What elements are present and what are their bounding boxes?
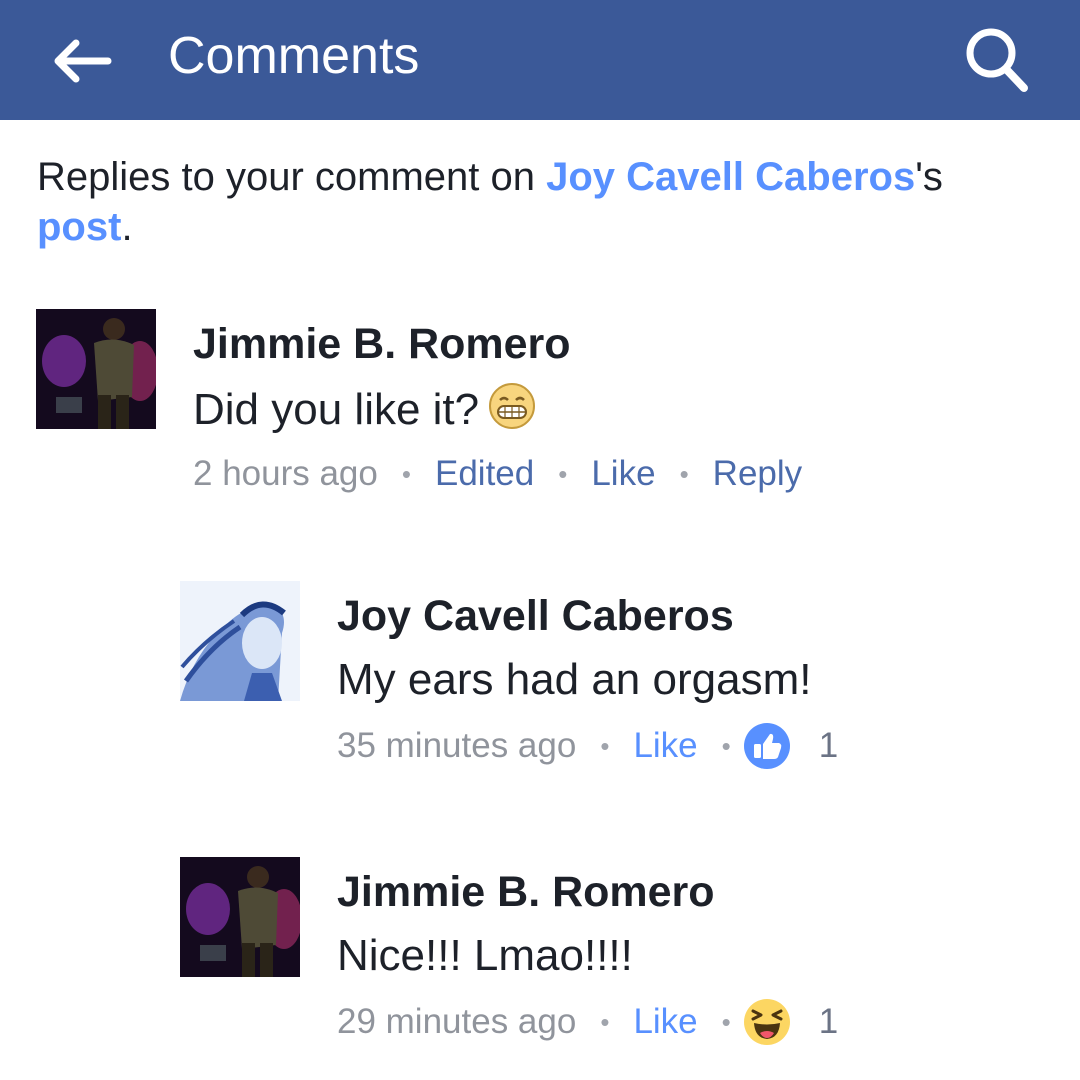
post-link[interactable]: post [37,205,121,249]
intro-suffix: . [121,205,133,249]
replies-intro: Replies to your comment on Joy Cavell Ca… [37,152,1037,252]
separator-dot: • [721,1007,731,1037]
comment-time: 2 hours ago [193,454,378,493]
separator-dot: • [401,459,411,489]
grinning-face-icon [487,381,537,444]
comment-time: 29 minutes ago [337,1002,577,1041]
reaction-count[interactable]: 1 [819,997,838,1047]
comment-author[interactable]: Jimmie B. Romero [193,319,571,369]
reaction-count[interactable]: 1 [819,721,838,771]
intro-possessive: 's [915,155,943,199]
comment-author[interactable]: Jimmie B. Romero [337,867,715,917]
page-title: Comments [168,27,420,85]
avatar[interactable] [36,309,156,429]
laughing-face-icon[interactable] [743,998,791,1046]
separator-dot: • [600,731,610,761]
edited-link[interactable]: Edited [435,449,534,499]
like-button[interactable]: Like [633,721,697,771]
back-button[interactable] [42,18,126,102]
top-bar: Comments [0,0,1080,120]
comment-meta: 29 minutes ago • Like • 1 [337,997,838,1047]
avatar[interactable] [180,857,300,977]
reply-item: Jimmie B. Romero Nice!!! Lmao!!!! 29 min… [180,857,1040,1057]
like-button[interactable]: Like [591,449,655,499]
separator-dot: • [600,1007,610,1037]
comment-time: 35 minutes ago [337,726,577,765]
comment-item: Jimmie B. Romero Did you like it? 2 hour… [36,309,1036,509]
avatar[interactable] [180,581,300,701]
author-link[interactable]: Joy Cavell Caberos [546,155,915,199]
search-button[interactable] [950,14,1042,106]
comment-meta: 2 hours ago • Edited • Like • Reply [193,449,802,499]
comment-body: Did you like it? [193,385,480,435]
thumbs-up-icon[interactable] [743,722,791,770]
comment-text: Did you like it? [193,381,537,444]
separator-dot: • [558,459,568,489]
back-arrow-icon [54,39,112,83]
comment-meta: 35 minutes ago • Like • 1 [337,721,838,771]
separator-dot: • [721,731,731,761]
comment-text: Nice!!! Lmao!!!! [337,931,633,980]
intro-prefix: Replies to your comment on [37,155,547,199]
reply-item: Joy Cavell Caberos My ears had an orgasm… [180,581,1040,781]
search-icon [966,28,1028,92]
like-button[interactable]: Like [633,997,697,1047]
separator-dot: • [679,459,689,489]
comment-text: My ears had an orgasm! [337,655,812,704]
comment-author[interactable]: Joy Cavell Caberos [337,591,734,641]
reply-button[interactable]: Reply [713,449,802,499]
